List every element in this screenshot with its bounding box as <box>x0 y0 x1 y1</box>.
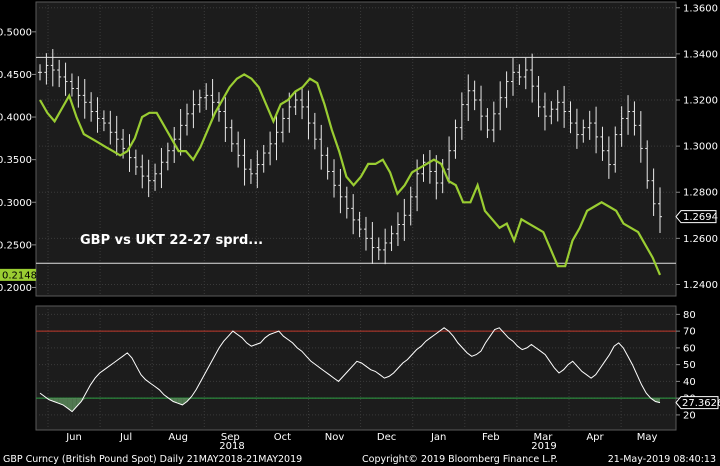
last-spread-marker: 0.2148 <box>0 268 37 281</box>
left-tick-label: 0.4500 <box>0 70 32 81</box>
month-label: Jul <box>119 432 132 443</box>
indicator-tick-label: 70 <box>683 327 696 338</box>
right-tick-label: 1.3600 <box>683 3 718 14</box>
last-spread-label: 0.2148 <box>2 270 37 281</box>
footer-security: GBP Curncy (British Pound Spot) Daily 21… <box>3 454 302 465</box>
right-tick-label: 1.3200 <box>683 96 718 107</box>
left-tick-label: 0.3500 <box>0 155 32 166</box>
left-tick-label: 0.2000 <box>0 283 32 294</box>
right-tick-label: 1.2400 <box>683 280 718 291</box>
month-label: Oct <box>274 432 291 443</box>
last-price-label: 1.2694 <box>683 212 718 223</box>
last-price-marker: 1.2694 <box>675 210 718 224</box>
price-panel <box>35 1 677 297</box>
right-tick-label: 1.3400 <box>683 49 718 60</box>
year-label-2019: 2019 <box>531 441 556 452</box>
last-indicator-label: 27.3626 <box>682 398 720 409</box>
year-label-2018: 2018 <box>219 441 244 452</box>
month-label: Feb <box>482 432 500 443</box>
series-annotation: GBP vs UKT 22-27 sprd... <box>80 233 263 248</box>
indicator-tick-label: 50 <box>683 360 696 371</box>
right-tick-label: 1.2800 <box>683 188 718 199</box>
indicator-panel <box>35 305 677 431</box>
month-label: Apr <box>586 432 604 443</box>
left-tick-label: 0.5000 <box>0 27 32 38</box>
right-tick-label: 1.2600 <box>683 234 718 245</box>
left-tick-label: 0.2500 <box>0 240 32 251</box>
month-label: May <box>637 432 658 443</box>
month-label: Jun <box>65 432 82 443</box>
last-indicator-marker: 27.3626 <box>675 396 720 410</box>
footer-timestamp: 21-May-2019 08:40:13 <box>608 454 716 465</box>
footer-copyright: Copyright© 2019 Bloomberg Finance L.P. <box>362 454 558 465</box>
right-tick-label: 1.3000 <box>683 142 718 153</box>
left-tick-label: 0.3000 <box>0 198 32 209</box>
indicator-tick-label: 80 <box>683 310 696 321</box>
left-tick-label: 0.4000 <box>0 113 32 124</box>
indicator-tick-label: 40 <box>683 377 696 388</box>
month-label: Dec <box>377 432 396 443</box>
indicator-tick-label: 60 <box>683 343 696 354</box>
month-label: Jan <box>430 432 446 443</box>
month-label: Nov <box>325 432 345 443</box>
month-label: Aug <box>168 432 188 443</box>
bloomberg-chart: 0.5000 0.4500 0.4000 0.3500 0.3000 0.2500 0.20… <box>0 0 720 466</box>
chart-window: 0.5000 0.4500 0.4000 0.3500 0.3000 0.2500 0.20… <box>0 0 720 466</box>
indicator-tick-label: 20 <box>683 410 696 421</box>
